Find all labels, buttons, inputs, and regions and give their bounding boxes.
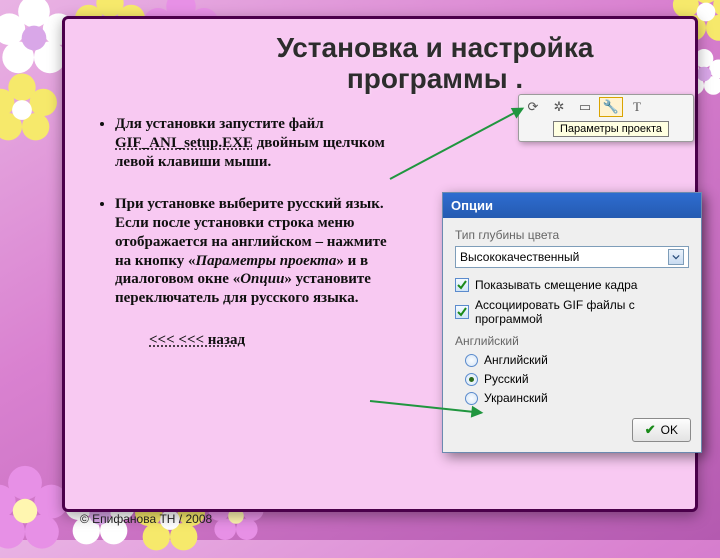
flower-decoration [0, 72, 60, 148]
check-icon: ✔ [645, 422, 656, 438]
radio-ukrainian: Украинский [465, 391, 689, 405]
radio-label: Русский [484, 372, 529, 386]
checkbox-label: Ассоциировать GIF файлы с программой [475, 298, 689, 326]
bullet-install: Для установки запустите файл GIF_ANI_set… [115, 115, 397, 171]
toolbar-button-icon: ✲ [547, 97, 571, 117]
radio-english: Английский [465, 353, 689, 367]
ok-button: ✔ OK [632, 418, 691, 442]
language-group-label: Английский [455, 334, 689, 348]
copyright-text: © Епифанова ТН / 2008 [80, 512, 212, 526]
checkbox-label: Показывать смещение кадра [475, 278, 637, 292]
checkbox-show-offset: Показывать смещение кадра [455, 278, 689, 292]
checkbox-icon [455, 278, 469, 292]
radio-icon [465, 373, 478, 386]
toolbar-button-icon: ▭ [573, 97, 597, 117]
chevron-down-icon [668, 249, 684, 265]
toolbar-tooltip: Параметры проекта [553, 121, 669, 137]
setup-file-link[interactable]: GIF_ANI_setup.EXE [115, 135, 253, 151]
back-link[interactable]: <<< <<< назад [149, 332, 397, 349]
color-depth-label: Тип глубины цвета [455, 228, 689, 242]
toolbar-button-icon: T [625, 97, 649, 117]
color-depth-select: Высококачественный [455, 246, 689, 268]
radio-russian: Русский [465, 372, 689, 386]
radio-label: Украинский [484, 391, 548, 405]
ok-button-label: OK [661, 423, 678, 437]
toolbar-button-project-params: 🔧 [599, 97, 623, 117]
page-title: Установка и настройка программы . [65, 19, 695, 99]
radio-icon [465, 392, 478, 405]
dialog-title: Опции [451, 198, 493, 213]
color-depth-value: Высококачественный [460, 250, 579, 264]
bullet-language: При установке выберите русский язык. Есл… [115, 195, 397, 308]
radio-label: Английский [484, 353, 548, 367]
checkbox-associate-gif: Ассоциировать GIF файлы с программой [455, 298, 689, 326]
body-text: Для установки запустите файл GIF_ANI_set… [97, 115, 397, 349]
checkbox-icon [455, 305, 469, 319]
inset-toolbar-screenshot: ⟳ ✲ ▭ 🔧 T Параметры проекта [518, 94, 694, 142]
radio-icon [465, 354, 478, 367]
